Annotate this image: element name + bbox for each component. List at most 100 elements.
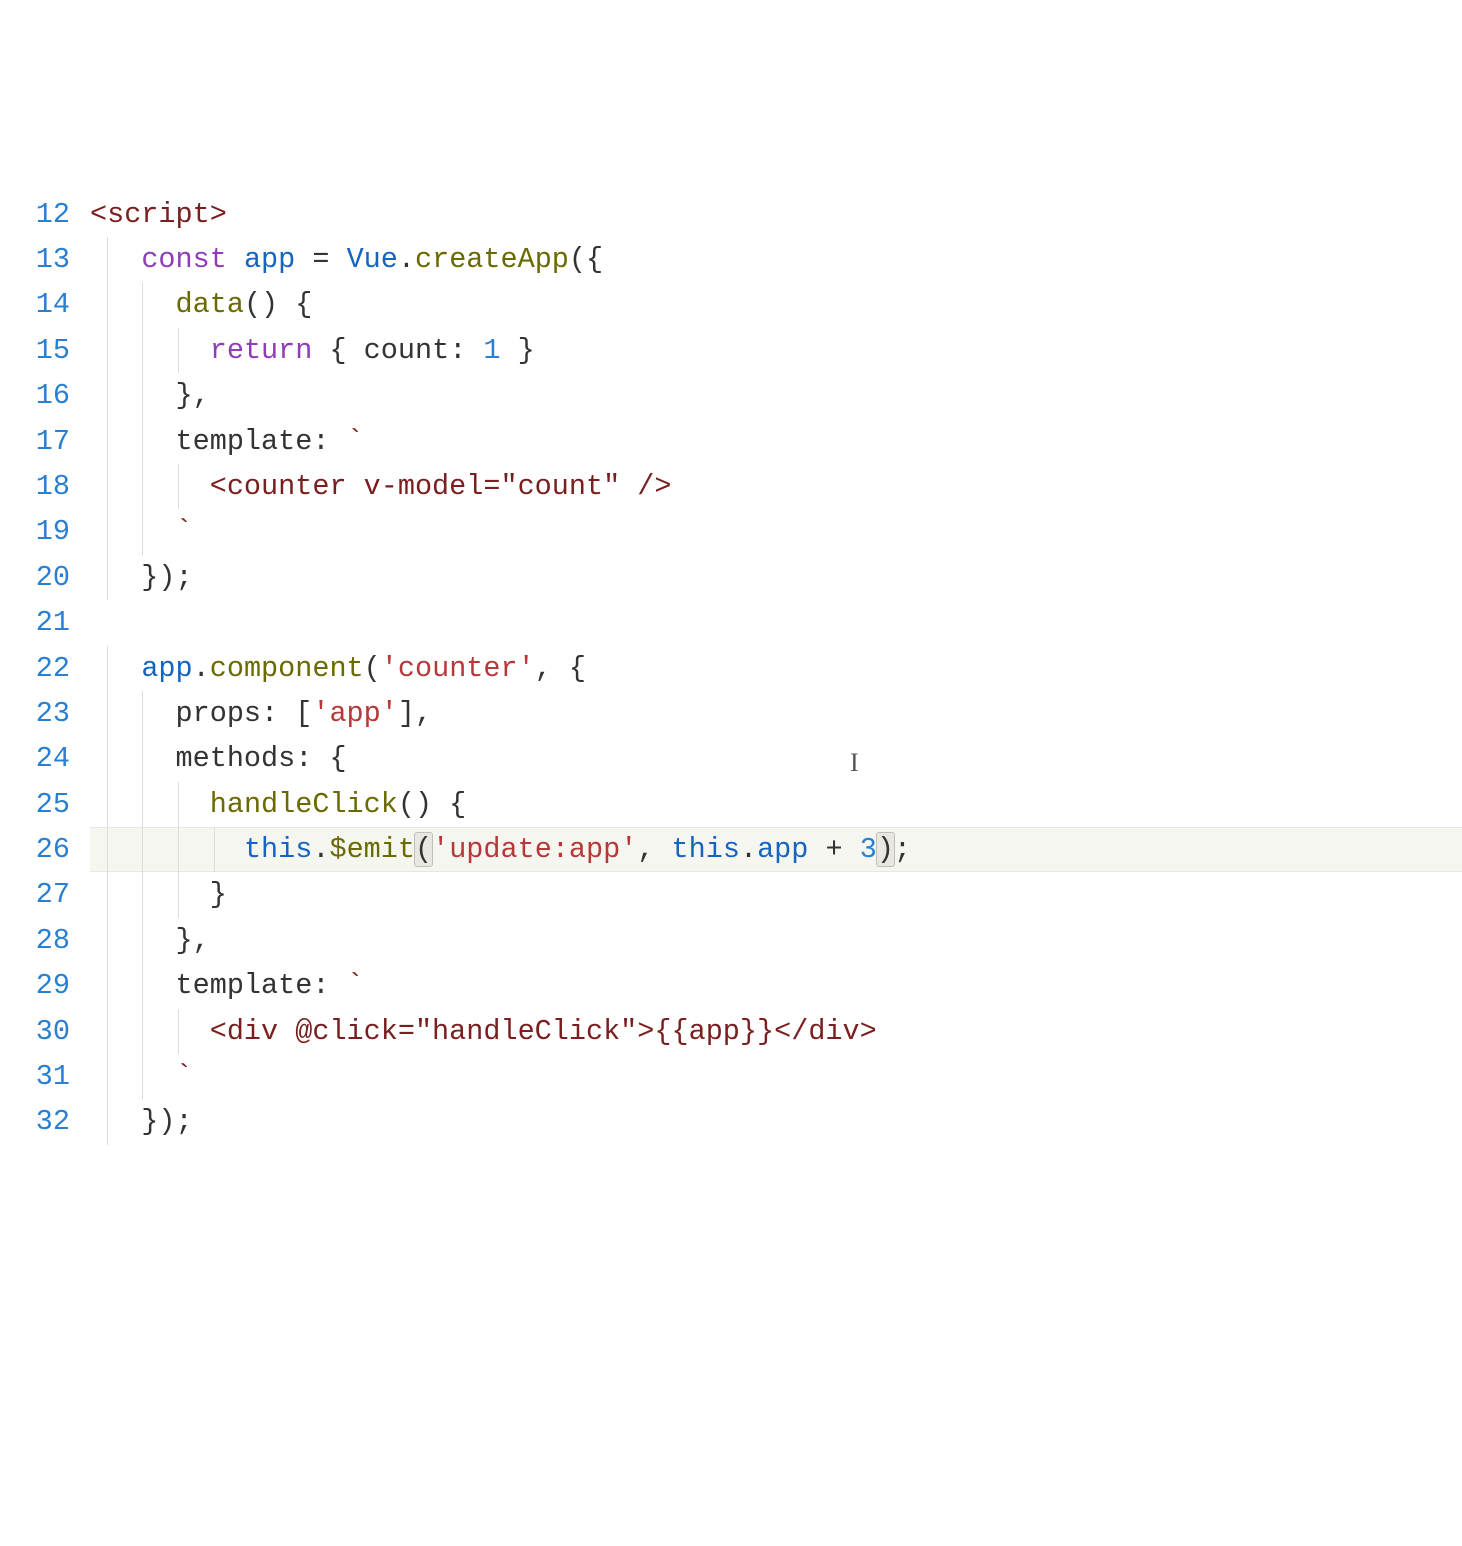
code-line[interactable]: ` <box>90 509 1462 554</box>
code-token: { <box>312 334 363 367</box>
code-line[interactable]: <div @click="handleClick">{{app}}</div> <box>90 1009 1462 1054</box>
code-token: 1 <box>483 334 500 367</box>
code-token <box>90 288 176 321</box>
code-token: template <box>176 969 313 1002</box>
line-number: 15 <box>0 328 70 373</box>
code-token: ` <box>347 425 364 458</box>
code-line[interactable]: template: ` <box>90 963 1462 1008</box>
code-line[interactable]: template: ` <box>90 419 1462 464</box>
code-token: . <box>398 243 415 276</box>
line-number: 13 <box>0 237 70 282</box>
line-number: 27 <box>0 872 70 917</box>
code-token: Vue <box>347 243 398 276</box>
line-number: 31 <box>0 1054 70 1099</box>
code-token: : <box>312 425 346 458</box>
code-token: data <box>176 288 244 321</box>
code-token: template <box>176 425 313 458</box>
code-token: <div @click="handleClick">{{app}}</div> <box>90 1015 877 1048</box>
text-cursor-icon: I <box>850 740 859 785</box>
code-line[interactable]: }, <box>90 373 1462 418</box>
code-token: , { <box>535 652 586 685</box>
code-line[interactable]: app.component('counter', { <box>90 646 1462 691</box>
code-token: app <box>141 652 192 685</box>
code-line[interactable]: return { count: 1 } <box>90 328 1462 373</box>
code-editor[interactable]: 1213141516171819202122232425262728293031… <box>0 182 1462 1319</box>
code-line[interactable]: handleClick() { <box>90 782 1462 827</box>
code-token: app <box>757 833 808 866</box>
line-number: 19 <box>0 509 70 554</box>
line-number: 28 <box>0 918 70 963</box>
code-token <box>90 969 176 1002</box>
code-token <box>90 243 141 276</box>
code-token: ( <box>415 833 432 866</box>
code-token: ) <box>877 833 894 866</box>
line-number: 22 <box>0 646 70 691</box>
code-token: this <box>672 833 740 866</box>
code-area[interactable]: <script> const app = Vue.createApp({ dat… <box>90 182 1462 1319</box>
code-token: }); <box>90 1105 193 1138</box>
code-token: } <box>501 334 535 367</box>
code-token: return <box>210 334 313 367</box>
code-token: }); <box>90 561 193 594</box>
code-line[interactable]: }, <box>90 918 1462 963</box>
code-token: ], <box>398 697 432 730</box>
code-token: 'app' <box>312 697 398 730</box>
code-line[interactable]: methods: {I <box>90 736 1462 781</box>
code-token: this <box>244 833 312 866</box>
line-number: 16 <box>0 373 70 418</box>
code-token: . <box>193 652 210 685</box>
code-token: 'counter' <box>381 652 535 685</box>
line-number: 25 <box>0 782 70 827</box>
code-line[interactable]: <counter v-model="count" /> <box>90 464 1462 509</box>
code-token: () { <box>398 788 466 821</box>
line-number: 21 <box>0 600 70 645</box>
code-token: + <box>808 833 859 866</box>
code-line[interactable]: <script> <box>90 192 1462 237</box>
line-number-gutter: 1213141516171819202122232425262728293031… <box>0 182 90 1319</box>
code-token <box>90 425 176 458</box>
code-token <box>90 652 141 685</box>
code-token: 'update:app' <box>432 833 637 866</box>
code-token <box>90 833 244 866</box>
line-number: 26 <box>0 827 70 872</box>
line-number: 12 <box>0 192 70 237</box>
code-token: ( <box>364 652 381 685</box>
line-number: 23 <box>0 691 70 736</box>
code-token: = <box>295 243 346 276</box>
code-token: ; <box>894 833 911 866</box>
line-number: 14 <box>0 282 70 327</box>
code-token: 3 <box>860 833 877 866</box>
code-token <box>90 697 176 730</box>
code-token: : <box>312 969 346 1002</box>
code-line[interactable] <box>90 600 1462 645</box>
code-token: } <box>90 878 227 911</box>
code-line[interactable]: }); <box>90 555 1462 600</box>
code-token <box>90 742 176 775</box>
line-number: 24 <box>0 736 70 781</box>
code-token: : { <box>295 742 346 775</box>
code-token: <script> <box>90 198 227 231</box>
line-number: 20 <box>0 555 70 600</box>
code-token: () { <box>244 288 312 321</box>
line-number: 32 <box>0 1099 70 1144</box>
code-line[interactable]: props: ['app'], <box>90 691 1462 736</box>
code-token: , <box>637 833 671 866</box>
code-token: : <box>449 334 483 367</box>
code-token: app <box>244 243 295 276</box>
code-line[interactable]: data() { <box>90 282 1462 327</box>
code-line[interactable]: this.$emit('update:app', this.app + 3); <box>90 827 1462 872</box>
code-token: handleClick <box>210 788 398 821</box>
code-token: createApp <box>415 243 569 276</box>
code-token: count <box>364 334 450 367</box>
code-line[interactable]: const app = Vue.createApp({ <box>90 237 1462 282</box>
line-number: 17 <box>0 419 70 464</box>
code-line[interactable]: ` <box>90 1054 1462 1099</box>
code-token: . <box>740 833 757 866</box>
code-token: methods <box>176 742 296 775</box>
code-token: $emit <box>329 833 415 866</box>
code-line[interactable]: }); <box>90 1099 1462 1144</box>
line-number: 29 <box>0 963 70 1008</box>
code-line[interactable]: } <box>90 872 1462 917</box>
code-token: props <box>176 697 262 730</box>
code-token: component <box>210 652 364 685</box>
